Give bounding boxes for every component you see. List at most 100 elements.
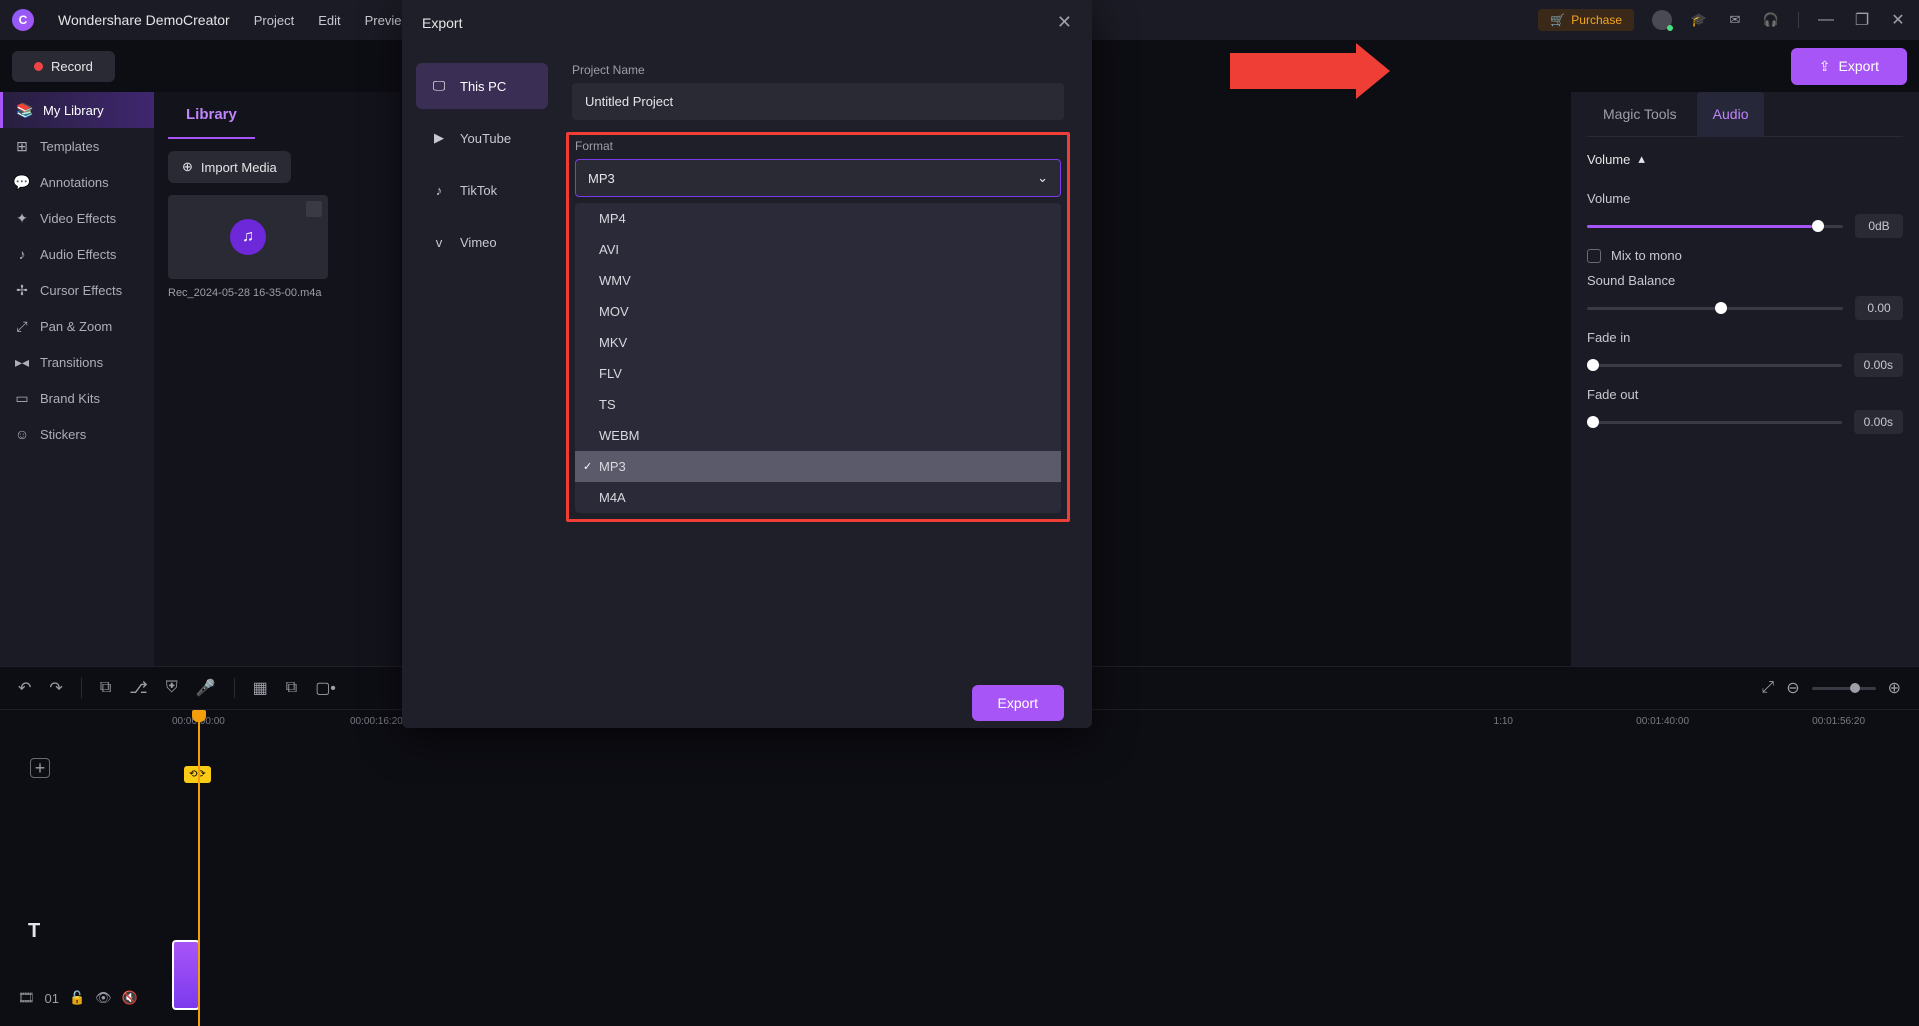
- format-option-mkv[interactable]: MKV: [575, 327, 1061, 358]
- volume-value[interactable]: 0dB: [1855, 214, 1903, 238]
- sidebar-item-brand-kits[interactable]: ▭Brand Kits: [0, 380, 154, 416]
- mix-to-mono-row[interactable]: Mix to mono: [1587, 248, 1903, 263]
- format-option-mp4[interactable]: MP4: [575, 203, 1061, 234]
- mic-icon[interactable]: 🎤: [196, 678, 216, 698]
- cursor-effects-icon: ✢: [14, 282, 30, 298]
- crop-icon[interactable]: ⧉: [100, 679, 111, 697]
- maximize-button[interactable]: ❐: [1853, 10, 1871, 30]
- media-clip[interactable]: ♫ Rec_2024-05-28 16-35-00.m4a: [168, 195, 328, 299]
- volume-section-header[interactable]: Volume ▴: [1587, 137, 1903, 181]
- add-track-button[interactable]: +: [30, 758, 50, 778]
- sidebar-item-my-library[interactable]: 📚My Library: [0, 92, 154, 128]
- lock-icon[interactable]: 🔓: [69, 990, 85, 1006]
- sound-balance-slider[interactable]: [1587, 307, 1843, 310]
- sidebar-item-video-effects[interactable]: ✦Video Effects: [0, 200, 154, 236]
- fade-in-value[interactable]: 0.00s: [1854, 353, 1903, 377]
- layout-icon[interactable]: ▦: [253, 678, 268, 698]
- fade-in-label: Fade in: [1587, 330, 1903, 345]
- menu-project[interactable]: Project: [254, 13, 294, 28]
- mail-icon[interactable]: ✉: [1726, 11, 1744, 29]
- modal-header: Export ✕: [402, 0, 1092, 45]
- format-option-mov[interactable]: MOV: [575, 296, 1061, 327]
- left-sidebar: 📚My Library ⊞Templates 💬 Annotations ✦Vid…: [0, 92, 154, 666]
- format-option-flv[interactable]: FLV: [575, 358, 1061, 389]
- export-button-main[interactable]: ⇪ Export: [1791, 48, 1907, 85]
- format-select[interactable]: MP3 ⌄: [575, 159, 1061, 197]
- zoom-in-icon[interactable]: ⊕: [1888, 678, 1901, 698]
- redo-icon[interactable]: ↷: [49, 678, 62, 698]
- sidebar-item-pan-zoom[interactable]: ⤢Pan & Zoom: [0, 308, 154, 344]
- format-dropdown-list: MP4 AVI WMV MOV MKV FLV TS WEBM ✓MP3 M4A: [575, 203, 1061, 513]
- sidebar-item-annotations[interactable]: 💬 Annotations: [0, 164, 154, 200]
- annotation-arrow: [1230, 53, 1360, 89]
- mix-mono-label: Mix to mono: [1611, 248, 1682, 263]
- avatar[interactable]: [1652, 10, 1672, 30]
- tab-magic-tools[interactable]: Magic Tools: [1587, 92, 1693, 136]
- pc-icon: 🖵: [430, 77, 448, 95]
- group-icon[interactable]: ⧉: [286, 679, 297, 697]
- fade-in-slider[interactable]: [1587, 364, 1842, 367]
- format-option-webm[interactable]: WEBM: [575, 420, 1061, 451]
- headset-icon[interactable]: 🎧: [1762, 11, 1780, 29]
- sidebar-item-audio-effects[interactable]: ♪Audio Effects: [0, 236, 154, 272]
- close-icon[interactable]: ✕: [1057, 12, 1072, 33]
- checkbox-icon[interactable]: [1587, 249, 1601, 263]
- dest-tiktok[interactable]: ♪TikTok: [416, 167, 548, 213]
- screen-record-icon[interactable]: ▢•: [315, 678, 336, 698]
- playhead-handle-icon[interactable]: [192, 710, 206, 722]
- modal-export-button[interactable]: Export: [972, 685, 1064, 721]
- fade-out-slider[interactable]: [1587, 421, 1842, 424]
- format-option-mp3[interactable]: ✓MP3: [575, 451, 1061, 482]
- sidebar-item-label: Annotations: [40, 175, 109, 190]
- ruler-tick: 00:01:40:00: [1636, 716, 1689, 727]
- annotation-highlight: Format MP3 ⌄ MP4 AVI WMV MOV MKV FLV TS …: [566, 132, 1070, 522]
- dest-this-pc[interactable]: 🖵This PC: [416, 63, 548, 109]
- templates-icon: ⊞: [14, 138, 30, 154]
- fit-icon[interactable]: ⤢: [1761, 679, 1774, 697]
- sidebar-item-transitions[interactable]: ▸◂Transitions: [0, 344, 154, 380]
- tab-audio[interactable]: Audio: [1697, 92, 1765, 137]
- menu-edit[interactable]: Edit: [318, 13, 340, 28]
- sound-balance-value[interactable]: 0.00: [1855, 296, 1903, 320]
- graduation-icon[interactable]: 🎓: [1690, 11, 1708, 29]
- format-option-avi[interactable]: AVI: [575, 234, 1061, 265]
- library-tab[interactable]: Library: [168, 92, 255, 139]
- sidebar-item-label: Stickers: [40, 427, 86, 442]
- chevron-down-icon: ⌄: [1037, 170, 1048, 186]
- sidebar-item-cursor-effects[interactable]: ✢ Cursor Effects: [0, 272, 154, 308]
- eye-icon[interactable]: 👁: [95, 990, 112, 1006]
- sidebar-item-label: Cursor Effects: [40, 283, 122, 298]
- annotations-icon: 💬: [14, 174, 30, 190]
- youtube-icon: ▶: [430, 129, 448, 147]
- split-icon[interactable]: ⎇: [129, 678, 147, 698]
- timeline-body[interactable]: 00:00:00:00 00:00:16:20 1:10 00:01:40:00…: [0, 710, 1919, 1026]
- marker-icon[interactable]: ⛨: [166, 679, 178, 697]
- volume-slider[interactable]: [1587, 225, 1843, 228]
- purchase-button[interactable]: 🛒 Purchase: [1538, 9, 1634, 31]
- sidebar-item-stickers[interactable]: ☺ Stickers: [0, 416, 154, 452]
- zoom-out-icon[interactable]: ⊖: [1786, 678, 1799, 698]
- import-media-button[interactable]: ⊕ Import Media: [168, 151, 291, 183]
- dest-vimeo[interactable]: vVimeo: [416, 219, 548, 265]
- timeline-clip[interactable]: [172, 940, 200, 1010]
- record-button[interactable]: Record: [12, 51, 115, 82]
- dest-label: YouTube: [460, 131, 511, 146]
- sidebar-item-templates[interactable]: ⊞Templates: [0, 128, 154, 164]
- format-option-ts[interactable]: TS: [575, 389, 1061, 420]
- undo-icon[interactable]: ↶: [18, 678, 31, 698]
- zoom-slider[interactable]: [1812, 687, 1876, 690]
- right-tabs: Magic Tools Audio: [1587, 92, 1903, 137]
- fade-out-value[interactable]: 0.00s: [1854, 410, 1903, 434]
- sidebar-item-label: My Library: [43, 103, 104, 118]
- dest-youtube[interactable]: ▶ YouTube: [416, 115, 548, 161]
- project-name-input[interactable]: [572, 83, 1064, 120]
- minimize-button[interactable]: —: [1817, 11, 1835, 29]
- format-option-m4a[interactable]: M4A: [575, 482, 1061, 513]
- close-window-button[interactable]: ✕: [1889, 10, 1907, 30]
- menu-preview[interactable]: Previe: [365, 13, 402, 28]
- playhead[interactable]: [198, 710, 200, 1026]
- text-track-button[interactable]: T: [28, 920, 40, 943]
- mute-icon[interactable]: 🔇: [122, 990, 138, 1006]
- format-option-wmv[interactable]: WMV: [575, 265, 1061, 296]
- stickers-icon: ☺: [14, 426, 30, 442]
